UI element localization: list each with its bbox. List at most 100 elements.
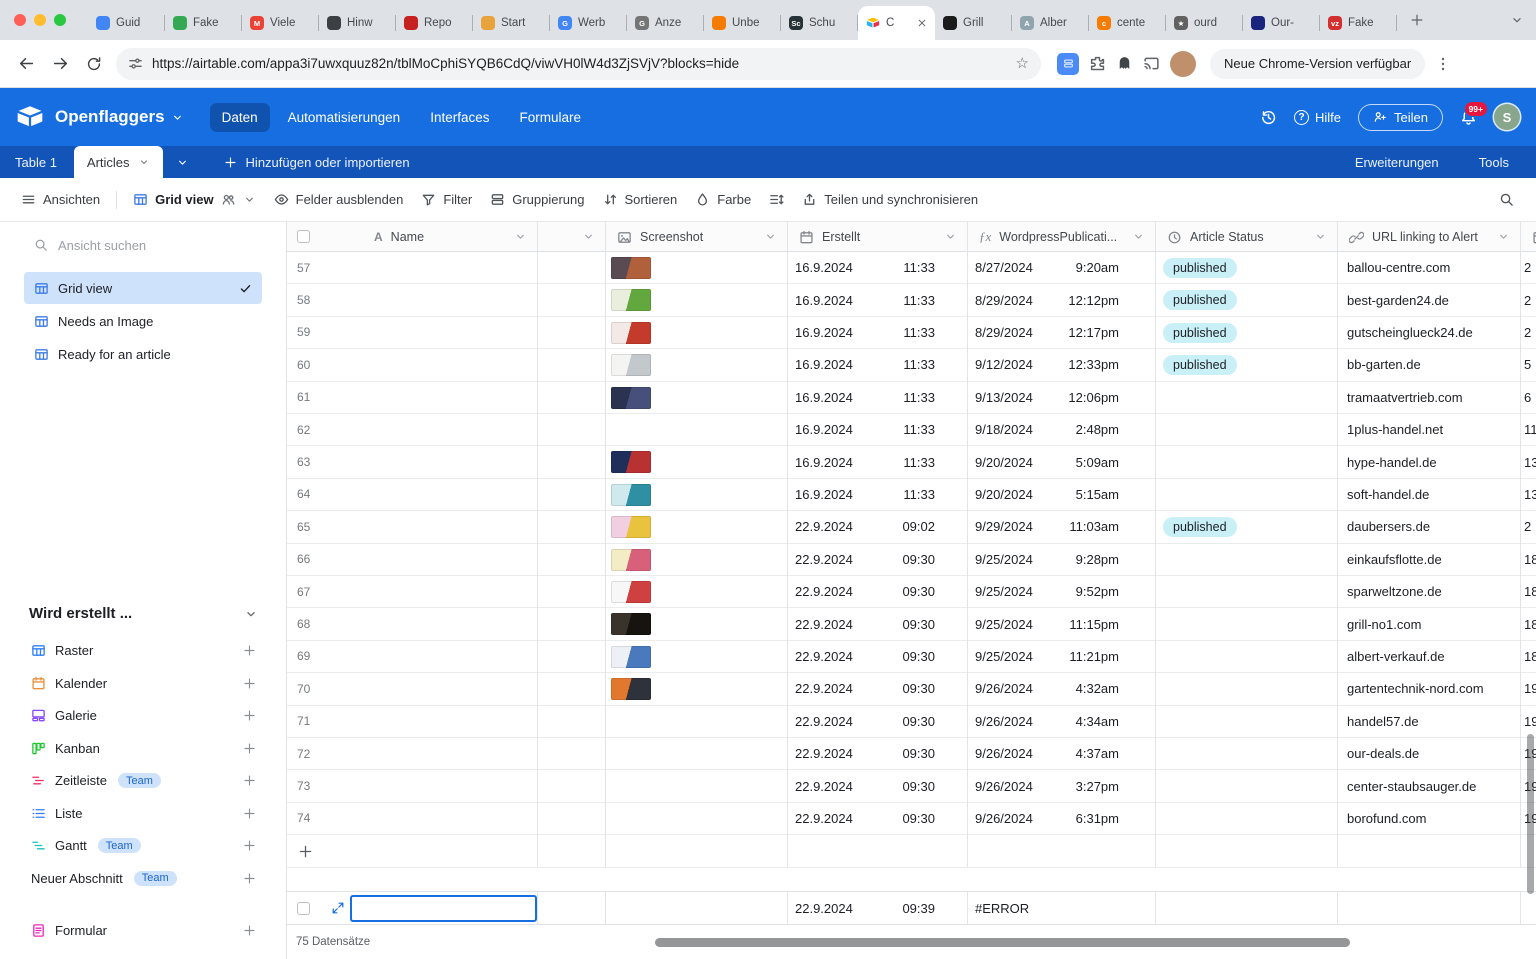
browser-tab-unbe[interactable]: Unbe — [704, 6, 781, 40]
screenshot-thumbnail[interactable] — [611, 516, 651, 538]
address-bar[interactable]: https://airtable.com/appa3i7uwxquuz82n/t… — [116, 48, 1041, 80]
screenshot-thumbnail[interactable] — [611, 646, 651, 668]
toolbar-filter[interactable]: Filter — [412, 186, 481, 213]
browser-tab-start[interactable]: Start — [473, 6, 550, 40]
new-record-row[interactable]: 22.9.2024 09:39 #ERROR — [287, 891, 1536, 925]
search-button[interactable] — [1499, 192, 1524, 207]
browser-tab-fake[interactable]: vzFake — [1320, 6, 1397, 40]
screenshot-thumbnail[interactable] — [611, 354, 651, 376]
browser-tab-cente[interactable]: ccente — [1089, 6, 1166, 40]
toolbar-farbe[interactable]: Farbe — [686, 186, 760, 213]
sidebar-view-needs-an-image[interactable]: Needs an Image — [24, 305, 262, 337]
user-avatar[interactable]: S — [1494, 104, 1520, 130]
column-header-screenshot[interactable]: Screenshot — [605, 222, 787, 252]
column-menu-chevron[interactable] — [582, 230, 595, 243]
create-section-header[interactable]: Wird erstellt ... — [0, 593, 286, 635]
add-view-icon[interactable] — [243, 742, 256, 755]
screenshot-thumbnail[interactable] — [611, 289, 651, 311]
browser-tab-active[interactable]: C — [858, 6, 935, 40]
browser-tab-hinw[interactable]: Hinw — [319, 6, 396, 40]
add-view-icon[interactable] — [243, 677, 256, 690]
browser-tab-fake[interactable]: Fake — [165, 6, 242, 40]
tab-close-icon[interactable] — [917, 18, 927, 28]
table-row-65[interactable]: 6522.9.202409:029/29/202411:03ampublishe… — [287, 511, 1536, 543]
tab-overflow-chevron[interactable] — [1510, 13, 1524, 27]
nav-automatisierungen[interactable]: Automatisierungen — [276, 103, 413, 132]
screenshot-thumbnail[interactable] — [611, 581, 651, 603]
column-header-name[interactable]: AName — [287, 222, 537, 252]
screenshot-thumbnail[interactable] — [611, 613, 651, 635]
chrome-update-button[interactable]: Neue Chrome-Version verfügbar — [1210, 49, 1425, 79]
column-header-col7[interactable] — [1520, 222, 1536, 252]
table-row-63[interactable]: 6316.9.202411:339/20/20245:09amhype-hand… — [287, 446, 1536, 478]
add-view-icon[interactable] — [243, 872, 256, 885]
table-row-67[interactable]: 6722.9.202409:309/25/20249:52pmsparweltz… — [287, 576, 1536, 608]
toolbar-felder-ausblenden[interactable]: Felder ausblenden — [265, 186, 413, 213]
maximize-window-button[interactable] — [54, 14, 66, 26]
add-view-icon[interactable] — [243, 644, 256, 657]
column-menu-chevron[interactable] — [1497, 230, 1510, 243]
column-header-erstellt[interactable]: Erstellt — [787, 222, 967, 252]
back-button[interactable] — [10, 48, 42, 80]
column-header-wordpresspublicati[interactable]: ƒxWordpressPublicati... — [967, 222, 1155, 252]
view-switcher-button[interactable]: Grid view — [124, 186, 265, 213]
column-menu-chevron[interactable] — [1132, 230, 1145, 243]
select-all-checkbox[interactable] — [297, 230, 310, 243]
screenshot-thumbnail[interactable] — [611, 387, 651, 409]
row-checkbox[interactable] — [297, 902, 310, 915]
expand-record-icon[interactable] — [331, 901, 345, 915]
table-row-68[interactable]: 6822.9.202409:309/25/202411:15pmgrill-no… — [287, 608, 1536, 640]
browser-tab-werb[interactable]: GWerb — [550, 6, 627, 40]
history-icon[interactable] — [1260, 109, 1277, 126]
column-header-article-status[interactable]: Article Status — [1155, 222, 1337, 252]
screenshot-thumbnail[interactable] — [611, 678, 651, 700]
table-row-74[interactable]: 7422.9.202409:309/26/20246:31pmborofund.… — [287, 803, 1536, 835]
create-item-raster[interactable]: Raster — [0, 635, 286, 668]
table-row-62[interactable]: 6216.9.202411:339/18/20242:48pm1plus-han… — [287, 414, 1536, 446]
create-item-kalender[interactable]: Kalender — [0, 667, 286, 700]
horizontal-scrollbar[interactable] — [655, 938, 1350, 947]
extensions-puzzle-icon[interactable] — [1089, 55, 1106, 72]
bookmark-star-icon[interactable]: ☆ — [1016, 56, 1029, 71]
close-window-button[interactable] — [14, 14, 26, 26]
extensions-button[interactable]: Erweiterungen — [1340, 155, 1454, 170]
workspace-chevron-icon[interactable] — [171, 111, 184, 124]
sidebar-view-grid-view[interactable]: Grid view — [24, 272, 262, 304]
toolbar-rowh[interactable] — [760, 186, 793, 213]
table-row-71[interactable]: 7122.9.202409:309/26/20244:34amhandel57.… — [287, 706, 1536, 738]
table-row-58[interactable]: 5816.9.202411:338/29/202412:12pmpublishe… — [287, 284, 1536, 316]
column-menu-chevron[interactable] — [944, 230, 957, 243]
table-row-73[interactable]: 7322.9.202409:309/26/20243:27pmcenter-st… — [287, 770, 1536, 802]
create-item-liste[interactable]: Liste — [0, 797, 286, 830]
toolbar-gruppierung[interactable]: Gruppierung — [481, 186, 593, 213]
new-tab-button[interactable] — [1403, 6, 1431, 34]
chrome-menu-icon[interactable] — [1435, 56, 1451, 72]
nav-daten[interactable]: Daten — [210, 103, 270, 132]
toolbar-sortieren[interactable]: Sortieren — [594, 186, 687, 213]
screenshot-thumbnail[interactable] — [611, 451, 651, 473]
forward-button[interactable] — [44, 48, 76, 80]
window-controls[interactable] — [0, 14, 88, 26]
airtable-logo[interactable] — [16, 105, 44, 129]
column-menu-chevron[interactable] — [764, 230, 777, 243]
create-item-formular[interactable]: Formular — [0, 915, 286, 948]
cast-icon[interactable] — [1143, 55, 1160, 72]
browser-tab-alber[interactable]: AAlber — [1012, 6, 1089, 40]
table-row-57[interactable]: 5716.9.202411:338/27/20249:20ampublished… — [287, 252, 1536, 284]
screenshot-thumbnail[interactable] — [611, 484, 651, 506]
vertical-scrollbar[interactable] — [1527, 734, 1534, 894]
notifications-button[interactable]: 99+ — [1460, 109, 1477, 126]
view-search[interactable]: Ansicht suchen — [0, 222, 286, 268]
chrome-profile-avatar[interactable] — [1170, 51, 1196, 77]
table-row-66[interactable]: 6622.9.202409:309/25/20249:28pmeinkaufsf… — [287, 544, 1536, 576]
share-button[interactable]: Teilen — [1358, 104, 1443, 131]
add-or-import-button[interactable]: Hinzufügen oder importieren — [208, 146, 426, 178]
screenshot-thumbnail[interactable] — [611, 322, 651, 344]
ghost-extension-icon[interactable] — [1116, 55, 1133, 72]
create-item-zeitleiste[interactable]: ZeitleisteTeam — [0, 765, 286, 798]
add-view-icon[interactable] — [243, 774, 256, 787]
table-tab-articles[interactable]: Articles — [74, 146, 163, 178]
table-row-64[interactable]: 6416.9.202411:339/20/20245:15amsoft-hand… — [287, 479, 1536, 511]
workspace-name[interactable]: Openflaggers — [55, 107, 165, 127]
help-button[interactable]: ? Hilfe — [1294, 110, 1341, 125]
